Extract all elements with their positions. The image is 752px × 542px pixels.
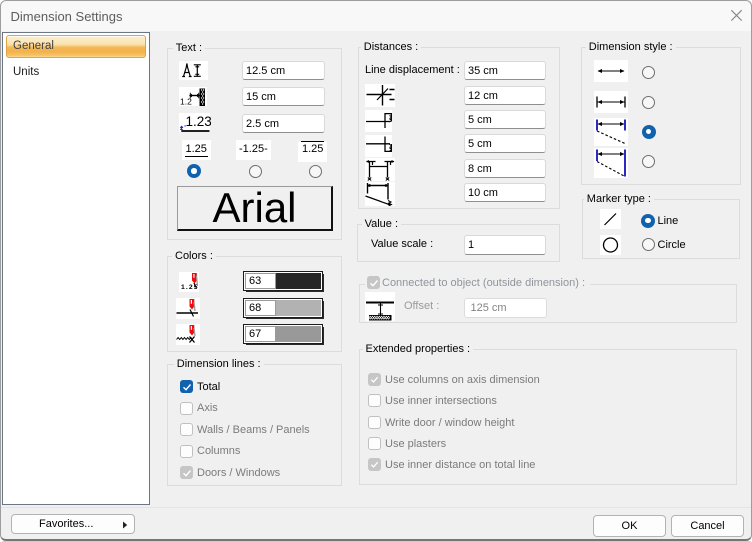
svg-text:1.23: 1.23: [185, 114, 211, 129]
svg-text:1.25: 1.25: [181, 284, 199, 291]
